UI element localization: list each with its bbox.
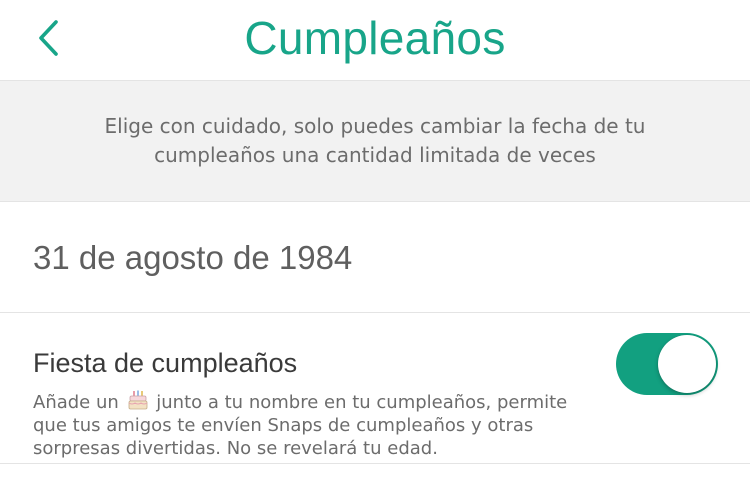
birthday-party-title: Fiesta de cumpleaños [33,348,298,378]
birthday-date-row[interactable]: 31 de agosto de 1984 [0,202,750,313]
info-banner: Elige con cuidado, solo puedes cambiar l… [0,81,750,202]
birthday-party-description: Añade un junto a tu nombre en tu cumplea… [33,389,603,460]
cake-icon [128,390,147,410]
toggle-knob [658,335,716,393]
page-title: Cumpleaños [244,12,506,64]
nav-bar: Cumpleaños [0,0,750,81]
birthday-date-value[interactable]: 31 de agosto de 1984 [33,238,352,278]
description-text-start: Añade un [33,392,119,413]
birthday-party-toggle[interactable] [616,333,718,395]
info-banner-text: Elige con cuidado, solo puedes cambiar l… [104,114,646,167]
birthday-settings-screen: Cumpleaños Elige con cuidado, solo puede… [0,0,750,492]
birthday-party-section: Fiesta de cumpleaños Añade un junto a tu… [0,313,750,464]
